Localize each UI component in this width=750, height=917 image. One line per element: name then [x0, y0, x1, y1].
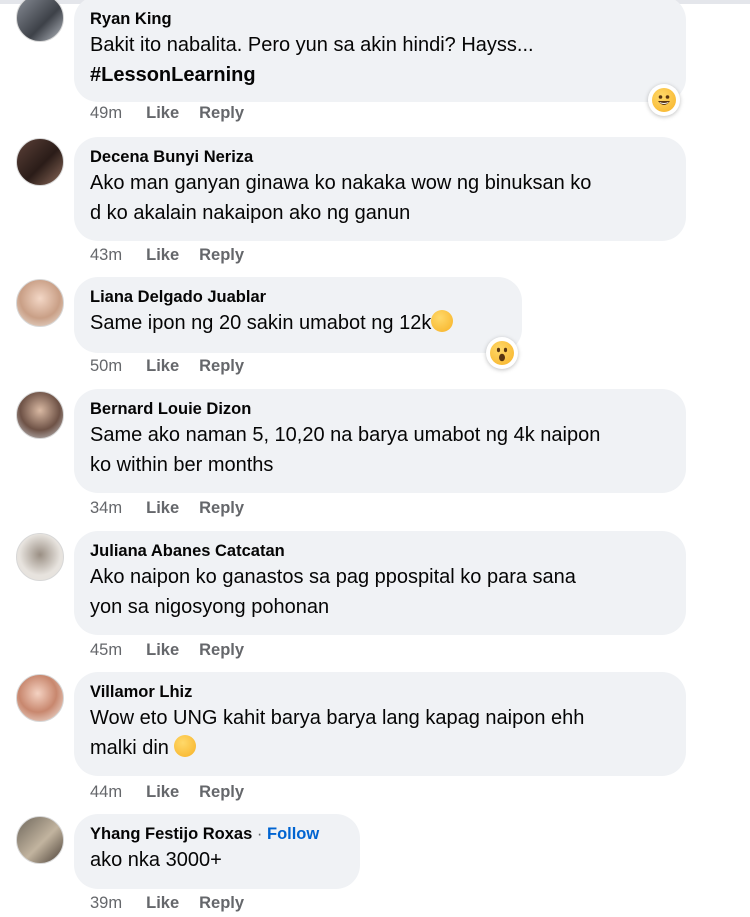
comment-text-line: ko within ber months: [90, 454, 274, 476]
comment-timestamp[interactable]: 39m: [90, 894, 122, 913]
hashtag-link[interactable]: #LessonLearning: [90, 60, 670, 90]
comment-author[interactable]: Decena Bunyi Neriza: [90, 146, 670, 168]
avatar[interactable]: [16, 674, 64, 722]
comment-author[interactable]: Bernard Louie Dizon: [90, 398, 670, 420]
like-button[interactable]: Like: [146, 499, 179, 518]
separator-dot: ·: [256, 825, 263, 843]
avatar[interactable]: [16, 279, 64, 327]
yum-face-icon: [431, 310, 454, 332]
avatar[interactable]: [16, 0, 64, 42]
avatar[interactable]: [16, 533, 64, 581]
avatar[interactable]: [16, 391, 64, 439]
comment-text-line: Same ako naman 5, 10,20 na barya umabot …: [90, 424, 601, 446]
comment-actions: 43m Like Reply: [90, 246, 264, 265]
comment-text-line: Ako naipon ko ganastos sa pag ppospital …: [90, 566, 576, 588]
comment-bubble: Villamor Lhiz Wow eto UNG kahit barya ba…: [74, 672, 686, 776]
comment-author[interactable]: Ryan King: [90, 8, 670, 30]
reaction-badge[interactable]: [648, 84, 680, 116]
comment-bubble: Juliana Abanes Catcatan Ako naipon ko ga…: [74, 531, 686, 635]
comment-text-line: yon sa nigosyong pohonan: [90, 596, 330, 618]
follow-button[interactable]: Follow: [267, 825, 319, 843]
like-button[interactable]: Like: [146, 357, 179, 376]
comment-author-line: Yhang Festijo Roxas · Follow: [90, 823, 344, 845]
comment-timestamp[interactable]: 43m: [90, 246, 122, 265]
reply-button[interactable]: Reply: [199, 104, 244, 123]
comment-actions: 45m Like Reply: [90, 641, 264, 660]
comment-author[interactable]: Liana Delgado Juablar: [90, 286, 506, 308]
reply-button[interactable]: Reply: [199, 499, 244, 518]
comment-actions: 50m Like Reply: [90, 357, 264, 376]
like-button[interactable]: Like: [146, 246, 179, 265]
wow-face-icon: [490, 341, 514, 365]
comment-timestamp[interactable]: 49m: [90, 104, 122, 123]
reply-button[interactable]: Reply: [199, 894, 244, 913]
avatar[interactable]: [16, 816, 64, 864]
avatar[interactable]: [16, 138, 64, 186]
reply-button[interactable]: Reply: [199, 783, 244, 802]
comment-timestamp[interactable]: 50m: [90, 357, 122, 376]
comment-bubble: Yhang Festijo Roxas · Follow ako nka 300…: [74, 814, 360, 889]
comment-bubble: Decena Bunyi Neriza Ako man ganyan ginaw…: [74, 137, 686, 241]
like-button[interactable]: Like: [146, 104, 179, 123]
comment-timestamp[interactable]: 44m: [90, 783, 122, 802]
comment-text: malki din: [90, 733, 670, 763]
comment-actions: 49m Like Reply: [90, 104, 264, 123]
reply-button[interactable]: Reply: [199, 357, 244, 376]
comment-author[interactable]: Juliana Abanes Catcatan: [90, 540, 670, 562]
comment-bubble: Liana Delgado Juablar Same ipon ng 20 sa…: [74, 277, 522, 353]
comment-timestamp[interactable]: 45m: [90, 641, 122, 660]
smiling-face-icon: [174, 735, 197, 757]
comment-text-line: d ko akalain nakaipon ako ng ganun: [90, 202, 411, 224]
comment-text: Same ipon ng 20 sakin umabot ng 12k: [90, 308, 506, 338]
comment-bubble: Bernard Louie Dizon Same ako naman 5, 10…: [74, 389, 686, 493]
comment-text-line: Same ipon ng 20 sakin umabot ng 12k: [90, 312, 432, 334]
comment-text-line: ako nka 3000+: [90, 849, 222, 871]
comment-text-line: Ako man ganyan ginawa ko nakaka wow ng b…: [90, 172, 592, 194]
reply-button[interactable]: Reply: [199, 246, 244, 265]
comment-author[interactable]: Villamor Lhiz: [90, 681, 670, 703]
comment-text: Bakit ito nabalita. Pero yun sa akin hin…: [90, 34, 534, 56]
comment-actions: 39m Like Reply: [90, 894, 264, 913]
comment-author[interactable]: Yhang Festijo Roxas: [90, 825, 252, 843]
grinning-face-icon: [652, 88, 676, 112]
comment-actions: 44m Like Reply: [90, 783, 264, 802]
reply-button[interactable]: Reply: [199, 641, 244, 660]
like-button[interactable]: Like: [146, 894, 179, 913]
comment-text-line: malki din: [90, 737, 169, 759]
comment-actions: 34m Like Reply: [90, 499, 264, 518]
comment-bubble: Ryan King Bakit ito nabalita. Pero yun s…: [74, 0, 686, 102]
reaction-badge[interactable]: [486, 337, 518, 369]
like-button[interactable]: Like: [146, 783, 179, 802]
like-button[interactable]: Like: [146, 641, 179, 660]
comment-text-line: Wow eto UNG kahit barya barya lang kapag…: [90, 707, 585, 729]
comment-timestamp[interactable]: 34m: [90, 499, 122, 518]
